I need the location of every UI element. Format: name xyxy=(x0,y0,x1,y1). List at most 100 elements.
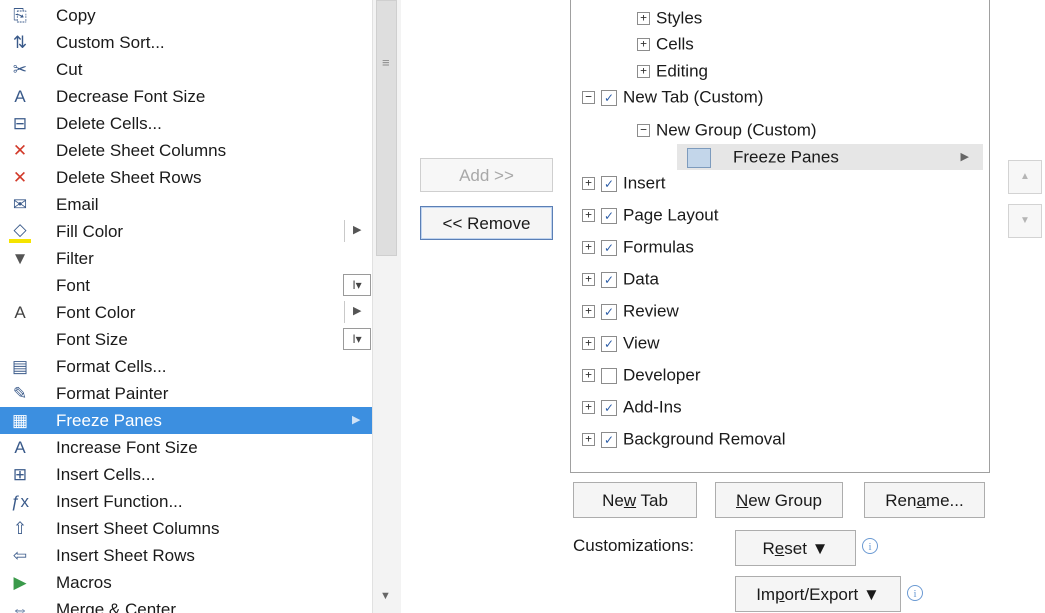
new-group-button[interactable]: New Group xyxy=(715,482,843,518)
command-item[interactable]: ▤ Format Cells... xyxy=(0,353,372,380)
tree-node-tab[interactable]: + ✓ Data xyxy=(582,264,659,294)
command-label: Delete Sheet Columns xyxy=(56,141,227,160)
command-item[interactable]: ✂ Cut xyxy=(0,56,372,83)
collapse-icon[interactable]: − xyxy=(637,124,650,138)
tree-node-tab[interactable]: + ✓ View xyxy=(582,328,660,358)
checkbox-checked-icon[interactable]: ✓ xyxy=(601,431,617,448)
command-label: Filter xyxy=(56,249,94,268)
scissors-icon: ✂ xyxy=(12,60,28,79)
command-item[interactable]: ▶ Macros xyxy=(0,569,372,596)
checkbox-checked-icon[interactable]: ✓ xyxy=(601,239,617,256)
checkbox-checked-icon[interactable]: ✓ xyxy=(601,399,617,416)
tab-label: Data xyxy=(623,269,659,289)
expand-icon[interactable]: + xyxy=(582,273,595,287)
expand-icon[interactable]: + xyxy=(582,401,595,415)
expand-icon[interactable]: + xyxy=(582,209,595,223)
tab-label: Insert xyxy=(623,173,666,193)
tab-label: Formulas xyxy=(623,237,694,257)
expand-icon[interactable]: + xyxy=(582,177,595,191)
tree-node-tab[interactable]: + Developer xyxy=(582,360,701,390)
tree-node-cells[interactable]: + Cells xyxy=(637,29,694,59)
freeze-panes-icon: ▦ xyxy=(11,411,29,430)
format-painter-icon: ✎ xyxy=(12,384,28,403)
command-label: Insert Function... xyxy=(56,492,183,511)
expand-icon[interactable]: + xyxy=(582,337,595,351)
command-label: Fill Color xyxy=(56,222,124,241)
tree-node-new-tab[interactable]: − ✓ New Tab (Custom) xyxy=(582,82,763,112)
tree-node-tab[interactable]: + ✓ Review xyxy=(582,296,679,326)
tree-node-tab[interactable]: + ✓ Page Layout xyxy=(582,200,718,230)
command-item[interactable]: A Font Color ▶ xyxy=(0,299,372,326)
expand-icon[interactable]: + xyxy=(637,38,650,52)
command-item[interactable]: ✎ Format Painter xyxy=(0,380,372,407)
expand-icon[interactable]: + xyxy=(637,65,650,79)
checkbox-checked-icon[interactable]: ✓ xyxy=(601,303,617,320)
info-icon[interactable]: i xyxy=(907,585,923,601)
command-item[interactable]: A Decrease Font Size xyxy=(0,83,372,110)
move-up-button[interactable]: ▲ xyxy=(1008,160,1042,194)
command-item[interactable]: ✕ Delete Sheet Columns xyxy=(0,137,372,164)
command-item[interactable]: ✉ Email xyxy=(0,191,372,218)
command-item[interactable]: ▼ Filter xyxy=(0,245,372,272)
tab-label: Developer xyxy=(623,365,701,385)
reset-button[interactable]: Reset ▼ xyxy=(735,530,856,566)
checkbox-checked-icon[interactable]: ✓ xyxy=(601,207,617,224)
checkbox-checked-icon[interactable]: ✓ xyxy=(601,335,617,352)
command-label: Font Size xyxy=(56,330,128,349)
expand-icon[interactable]: + xyxy=(637,12,650,26)
tree-node-tab[interactable]: + ✓ Formulas xyxy=(582,232,694,262)
checkbox-checked-icon[interactable]: ✓ xyxy=(601,175,617,192)
command-item[interactable]: ▦ Freeze Panes ▶ xyxy=(0,407,372,434)
email-icon: ✉ xyxy=(12,195,28,214)
info-icon[interactable]: i xyxy=(862,538,878,554)
command-item[interactable]: A Increase Font Size xyxy=(0,434,372,461)
checkbox-checked-icon[interactable]: ✓ xyxy=(601,271,617,288)
new-tab-button[interactable]: New Tab xyxy=(573,482,697,518)
grip-icon: ≡ xyxy=(382,55,390,70)
command-item[interactable]: ⇦ Insert Sheet Rows xyxy=(0,542,372,569)
insert-columns-icon: ⇧ xyxy=(12,519,28,538)
command-list[interactable]: ⎘ Copy ⇅ Custom Sort... ✂ Cut A Decrease Font S… xyxy=(0,0,400,613)
command-item[interactable]: ⇅ Custom Sort... xyxy=(0,29,372,56)
remove-button[interactable]: << Remove xyxy=(420,206,553,240)
command-item[interactable]: Font I▾ xyxy=(0,272,372,299)
command-label: Delete Sheet Rows xyxy=(56,168,202,187)
tree-node-new-group[interactable]: − New Group (Custom) xyxy=(637,115,817,145)
tree-node-tab[interactable]: + ✓ Insert xyxy=(582,168,666,198)
command-item[interactable]: ◇ Fill Color ▶ xyxy=(0,218,372,245)
command-item[interactable]: ƒx Insert Function... xyxy=(0,488,372,515)
command-item[interactable]: ⇧ Insert Sheet Columns xyxy=(0,515,372,542)
tree-node-freeze-panes[interactable]: Freeze Panes ▶ xyxy=(677,144,983,170)
command-item[interactable]: ⊞ Insert Cells... xyxy=(0,461,372,488)
expand-icon[interactable]: + xyxy=(582,433,595,447)
delete-rows-icon: ✕ xyxy=(12,168,28,187)
font-dropdown-icon: I▾ xyxy=(343,274,371,296)
command-label: Decrease Font Size xyxy=(56,87,206,106)
tab-label: Review xyxy=(623,301,679,321)
command-label: Increase Font Size xyxy=(56,438,198,457)
expand-icon[interactable]: + xyxy=(582,305,595,319)
checkbox-unchecked-icon[interactable] xyxy=(601,367,617,384)
ribbon-tree[interactable]: + Styles + Cells + Editing − ✓ New Tab (Custo… xyxy=(570,0,990,473)
add-button[interactable]: Add >> xyxy=(420,158,553,192)
tree-node-tab[interactable]: + ✓ Add-Ins xyxy=(582,392,682,422)
import-export-button[interactable]: Import/Export ▼ xyxy=(735,576,901,612)
scrollbar-thumb[interactable] xyxy=(376,0,397,256)
tab-label: Background Removal xyxy=(623,429,786,449)
expand-icon[interactable]: + xyxy=(582,241,595,255)
command-item[interactable]: ⇔ Merge & Center xyxy=(0,596,372,613)
move-down-button[interactable]: ▼ xyxy=(1008,204,1042,238)
command-item[interactable]: ✕ Delete Sheet Rows xyxy=(0,164,372,191)
function-icon: ƒx xyxy=(11,492,29,511)
command-item[interactable]: Font Size I▾ xyxy=(0,326,372,353)
rename-button[interactable]: Rename... xyxy=(864,482,985,518)
checkbox-checked-icon[interactable]: ✓ xyxy=(601,89,617,106)
scroll-down-icon[interactable]: ▼ xyxy=(380,590,391,602)
expand-icon[interactable]: + xyxy=(582,369,595,383)
command-label: Insert Sheet Rows xyxy=(56,546,195,565)
collapse-icon[interactable]: − xyxy=(582,91,595,105)
command-item[interactable]: ⊟ Delete Cells... xyxy=(0,110,372,137)
command-item[interactable]: ⎘ Copy xyxy=(0,2,372,29)
chevron-right-icon: ▶ xyxy=(352,414,361,426)
tree-node-tab[interactable]: + ✓ Background Removal xyxy=(582,424,786,454)
